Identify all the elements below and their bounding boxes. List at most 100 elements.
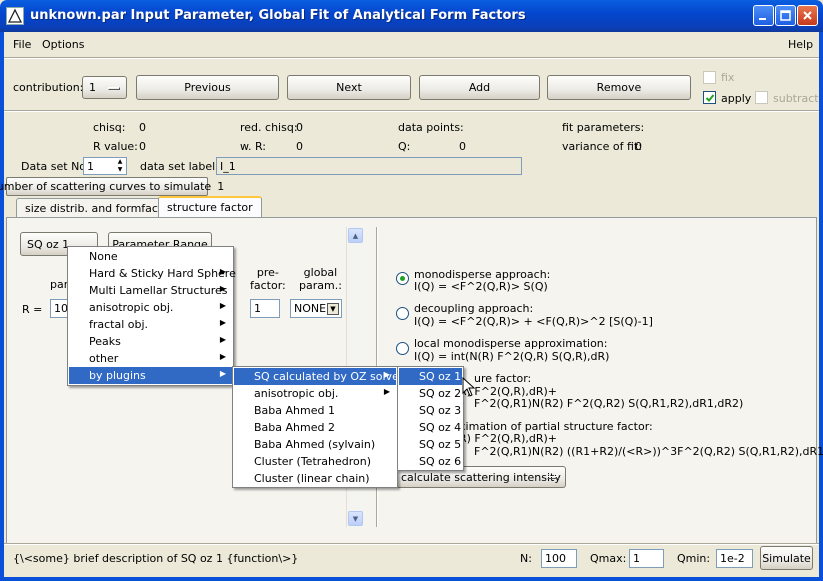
qmax-input[interactable]: 1 bbox=[629, 549, 664, 568]
previous-button[interactable]: Previous bbox=[136, 75, 279, 100]
menu-item-sq-oz-5[interactable]: SQ oz 5 bbox=[399, 436, 462, 453]
menu-item-sq-oz-4[interactable]: SQ oz 4 bbox=[399, 419, 462, 436]
par-label-partial: par bbox=[50, 278, 69, 291]
num-curves-value: 1 bbox=[217, 180, 225, 193]
menu-options[interactable]: Options bbox=[42, 38, 84, 51]
submenu-arrow-icon: ▶ bbox=[219, 335, 226, 344]
menu-item-peaks[interactable]: Peaks ▶ bbox=[69, 333, 232, 350]
menu-help[interactable]: Help bbox=[788, 38, 813, 51]
submenu-arrow-icon: ▶ bbox=[219, 284, 226, 293]
simulate-button[interactable]: Simulate bbox=[760, 546, 813, 570]
decoupling-radio[interactable] bbox=[396, 307, 409, 320]
dataset-label-field[interactable]: I_1 bbox=[216, 157, 522, 175]
qmin-input[interactable]: 1e-2 bbox=[716, 549, 753, 568]
window-frame-left bbox=[0, 32, 4, 581]
menu-item-baba-ahmed-sylvain[interactable]: Baba Ahmed (sylvain) bbox=[234, 436, 396, 453]
submenu-arrow-icon: ▶ bbox=[219, 318, 226, 327]
n-input[interactable]: 100 bbox=[541, 549, 577, 568]
contribution-value: 1 bbox=[89, 81, 96, 94]
menu-item-sq-oz-3[interactable]: SQ oz 3 bbox=[399, 402, 462, 419]
wr-value: 0 bbox=[296, 140, 303, 153]
contribution-selector[interactable]: 1 bbox=[82, 76, 127, 99]
red-chisq-value: 0 bbox=[296, 121, 303, 134]
submenu-arrow-icon: ▶ bbox=[219, 267, 226, 276]
menu-separator bbox=[4, 57, 819, 59]
checkmark-icon bbox=[705, 93, 714, 102]
mono-formula: I(Q) = <F^2(Q,R)> S(Q) bbox=[414, 280, 548, 293]
window-frame-right bbox=[819, 32, 823, 581]
tab-structure-factor[interactable]: structure factor bbox=[158, 196, 262, 218]
menu-item-fractal[interactable]: fractal obj. ▶ bbox=[69, 316, 232, 333]
qmax-label: Qmax: bbox=[590, 552, 627, 565]
remove-button[interactable]: Remove bbox=[547, 75, 691, 100]
lma-formula: I(Q) = int(N(R) F^2(Q,R) S(Q,R),dR) bbox=[414, 350, 610, 363]
dataset-no-value: 1 bbox=[87, 160, 94, 173]
fit-parameters-label: fit parameters: bbox=[562, 121, 645, 134]
sq-category-menu: None Hard & Sticky Hard Sphere ▶ Multi La… bbox=[67, 246, 236, 386]
close-icon[interactable] bbox=[797, 5, 818, 26]
minimize-icon[interactable] bbox=[753, 5, 774, 26]
menu-item-sq-oz-2[interactable]: SQ oz 2 bbox=[399, 385, 462, 402]
global-param-select[interactable]: NONE ▼ bbox=[290, 299, 342, 318]
sq-type-value: SQ oz 1 bbox=[27, 237, 70, 251]
q-label: Q: bbox=[398, 140, 411, 153]
option-menu-indicator-icon bbox=[108, 87, 120, 90]
scroll-up-icon[interactable]: ▲ bbox=[348, 228, 363, 243]
contribution-label: contribution: bbox=[13, 81, 84, 94]
spin-up-icon[interactable]: ▲ bbox=[115, 158, 125, 165]
apply-checkbox[interactable] bbox=[703, 91, 716, 104]
menu-item-anisotropic[interactable]: anisotropic obj. ▶ bbox=[69, 299, 232, 316]
menu-item-sq-oz-1[interactable]: SQ oz 1 bbox=[399, 368, 462, 385]
maximize-icon[interactable] bbox=[775, 5, 796, 26]
monodisperse-radio[interactable] bbox=[396, 272, 409, 285]
menu-item-sq-oz-6[interactable]: SQ oz 6 bbox=[399, 453, 462, 470]
menu-item-other[interactable]: other ▶ bbox=[69, 350, 232, 367]
apply-label: apply bbox=[721, 92, 752, 105]
bottom-separator bbox=[4, 543, 819, 545]
sapsf-line2: F^2(Q,R1)N(R2) ((R1+R2)/(<R>))^3F^2(Q,R2… bbox=[474, 445, 823, 458]
oz-solver-submenu: SQ oz 1 SQ oz 2 SQ oz 3 SQ oz 4 SQ oz 5 … bbox=[397, 366, 464, 471]
app-icon bbox=[6, 7, 24, 25]
prefactor-input[interactable]: 1 bbox=[250, 299, 280, 318]
menu-item-multi-lamellar[interactable]: Multi Lamellar Structures ▶ bbox=[69, 282, 232, 299]
sapsf-line1: R) F^2(Q,R),dR)+ bbox=[459, 432, 557, 445]
fix-checkbox[interactable] bbox=[703, 71, 716, 84]
lma-radio[interactable] bbox=[396, 342, 409, 355]
variance-label: variance of fit: bbox=[562, 140, 642, 153]
spin-down-icon[interactable]: ▼ bbox=[115, 166, 125, 173]
add-button[interactable]: Add bbox=[419, 75, 540, 100]
dataset-no-spinbox[interactable]: 1 ▲ ▼ bbox=[83, 157, 127, 175]
n-label: N: bbox=[520, 552, 532, 565]
red-chisq-label: red. chisq: bbox=[240, 121, 298, 134]
menu-item-cluster-tetrahedron[interactable]: Cluster (Tetrahedron) bbox=[234, 453, 396, 470]
subtract-checkbox[interactable] bbox=[755, 91, 768, 104]
menu-item-baba-ahmed-1[interactable]: Baba Ahmed 1 bbox=[234, 402, 396, 419]
menu-item-baba-ahmed-2[interactable]: Baba Ahmed 2 bbox=[234, 419, 396, 436]
dropdown-arrow-icon: ▼ bbox=[327, 303, 339, 315]
menu-item-by-plugins[interactable]: by plugins ▶ bbox=[69, 367, 232, 384]
mouse-cursor-icon bbox=[462, 377, 476, 397]
menu-item-cluster-linear-chain[interactable]: Cluster (linear chain) bbox=[234, 470, 396, 487]
submenu-arrow-icon: ▶ bbox=[219, 301, 226, 310]
calc-intensity-label: calculate scattering intensity bbox=[401, 470, 561, 484]
menu-item-none[interactable]: None bbox=[69, 248, 232, 265]
wr-label: w. R: bbox=[240, 140, 266, 153]
r-value-label: R value: bbox=[93, 140, 138, 153]
variance-value: 0 bbox=[635, 140, 642, 153]
submenu-arrow-icon: ▶ bbox=[219, 369, 226, 378]
top-separator bbox=[4, 110, 819, 112]
menu-file[interactable]: File bbox=[13, 38, 31, 51]
num-curves-control[interactable]: number of scattering curves to simulate … bbox=[0, 177, 224, 196]
num-curves-label: number of scattering curves to simulate bbox=[0, 180, 212, 193]
subtract-label: subtract bbox=[773, 92, 819, 105]
menu-item-plugin-anisotropic[interactable]: anisotropic obj. ▶ bbox=[234, 385, 396, 402]
menu-item-sq-oz-solver[interactable]: SQ calculated by OZ solver ▶ bbox=[234, 368, 403, 385]
window-title: unknown.par Input Parameter, Global Fit … bbox=[30, 8, 526, 23]
chisq-value: 0 bbox=[139, 121, 146, 134]
prefactor-label: pre- factor: bbox=[250, 266, 286, 292]
scroll-down-icon[interactable]: ▼ bbox=[348, 511, 363, 526]
psf-line2: F^2(Q,R1)N(R2) F^2(Q,R2) S(Q,R1,R2),dR1,… bbox=[474, 397, 744, 410]
next-button[interactable]: Next bbox=[287, 75, 411, 100]
menu-item-hard-sticky[interactable]: Hard & Sticky Hard Sphere ▶ bbox=[69, 265, 236, 282]
global-param-label: global param.: bbox=[299, 266, 342, 292]
